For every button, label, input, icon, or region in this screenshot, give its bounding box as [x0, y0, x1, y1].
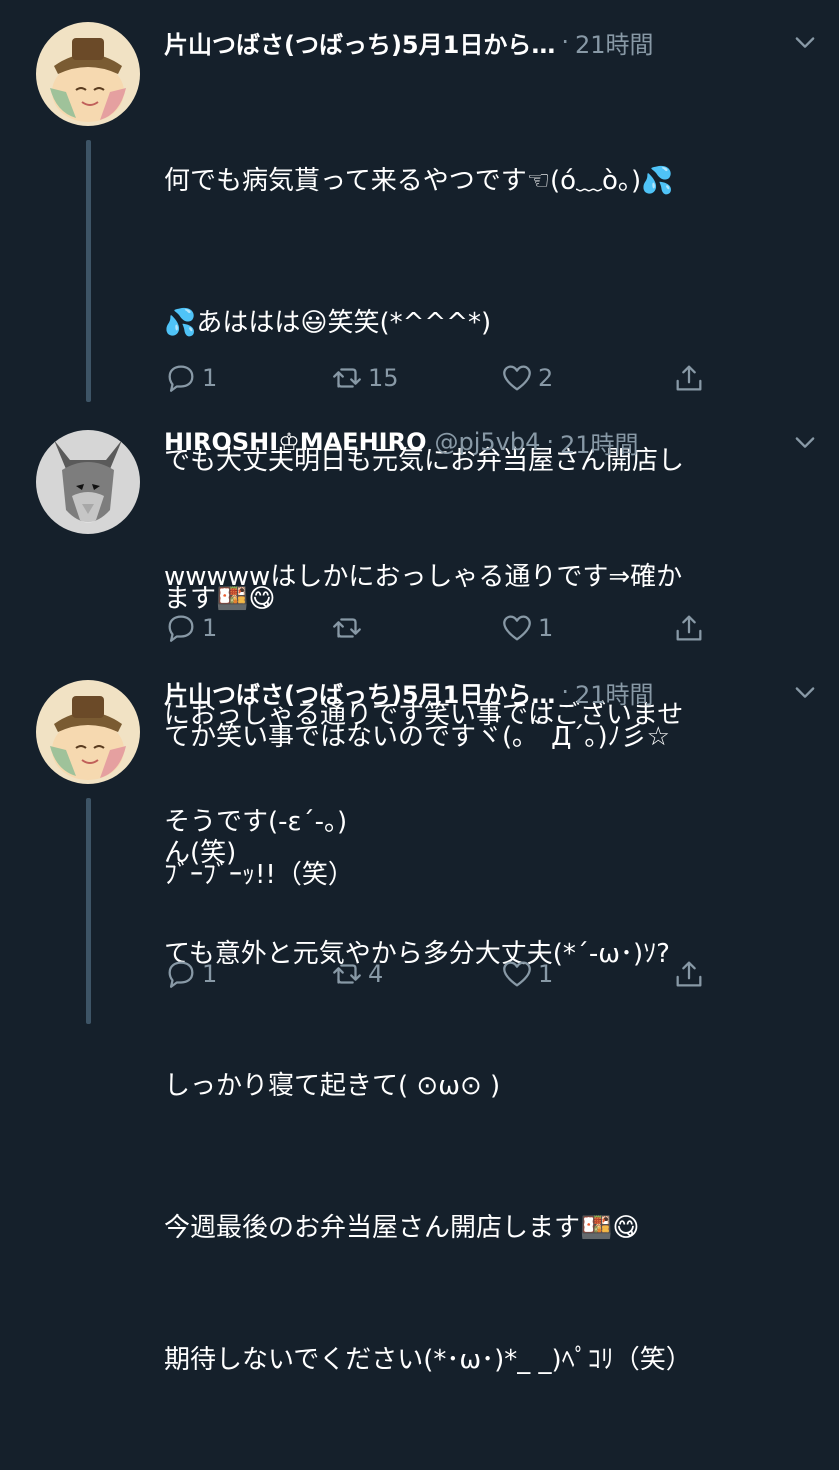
heart-icon [503, 615, 531, 641]
retweet-button[interactable] [330, 608, 368, 648]
reply-button[interactable]: 1 [164, 608, 217, 648]
tweet-text: そうです(-ε´-。) ても意外と元気やから多分大丈夫(*´-ω･)ｿ? しっか… [164, 712, 794, 1470]
tweet-actions: 1 4 1 [164, 954, 724, 994]
tweet-header: 片山つばさ(つばっち)5月1日から… · 21時間 [164, 672, 814, 712]
like-count: 2 [538, 364, 554, 392]
reply-count: 1 [202, 364, 218, 392]
like-count: 1 [538, 960, 554, 988]
share-button[interactable] [672, 954, 706, 994]
share-button[interactable] [672, 608, 706, 648]
like-button[interactable]: 2 [500, 358, 553, 398]
user-handle[interactable]: @pj5vb4 [434, 428, 540, 456]
separator-dot: · [561, 678, 569, 706]
reply-icon [168, 615, 194, 642]
tweet-header: HIROSHI♔MAEHIRO @pj5vb4 · 21時間 [164, 422, 814, 462]
reply-count: 1 [202, 614, 218, 642]
avatar[interactable] [36, 22, 140, 126]
tweet-actions: 1 15 2 [164, 358, 724, 398]
tweet-line: wwwwwはしかにおっしゃる通りです⇒確か [164, 562, 683, 592]
like-count: 1 [538, 614, 554, 642]
avatar[interactable] [36, 430, 140, 534]
chevron-down-icon[interactable] [791, 678, 819, 706]
retweet-button[interactable]: 4 [330, 954, 383, 994]
retweet-icon [333, 618, 361, 638]
avatar[interactable] [36, 680, 140, 784]
reply-count: 1 [202, 960, 218, 988]
share-icon [676, 961, 702, 987]
like-button[interactable]: 1 [500, 608, 553, 648]
tweet-line: 今週最後のお弁当屋さん開店します🍱😋 [164, 1213, 640, 1243]
tweet-line: 何でも病気貰って来るやつです☜(ó﹏ò｡)💦 [164, 166, 674, 196]
chevron-down-icon[interactable] [791, 428, 819, 456]
retweet-count: 15 [368, 364, 399, 392]
tweet-line: そうです(-ε´-。) [164, 807, 348, 837]
retweet-icon [333, 964, 361, 984]
display-name[interactable]: 片山つばさ(つばっち)5月1日から… [164, 675, 555, 710]
tweet-line: しっかり寝て起きて( ⊙ω⊙ ) [164, 1071, 501, 1101]
display-name[interactable]: 片山つばさ(つばっち)5月1日から… [164, 25, 555, 60]
display-name[interactable]: HIROSHI♔MAEHIRO [164, 428, 426, 456]
retweet-button[interactable]: 15 [330, 358, 399, 398]
share-icon [676, 365, 702, 391]
separator-dot: · [561, 28, 569, 56]
separator-dot: · [546, 428, 554, 456]
share-icon [676, 615, 702, 641]
tweet-1[interactable]: 片山つばさ(つばっち)5月1日から… · 21時間 何でも病気貰って来るやつです… [0, 22, 839, 890]
thread-line [86, 140, 91, 402]
timestamp[interactable]: 21時間 [575, 675, 654, 710]
tweet-2[interactable]: HIROSHI♔MAEHIRO @pj5vb4 · 21時間 wwwwwはしかに… [0, 422, 839, 868]
retweet-count: 4 [368, 960, 384, 988]
tweet-line: 期待しないでください(*･ω･)*_ _)ﾍﾟｺﾘ（笑） [164, 1345, 692, 1375]
retweet-icon [333, 368, 361, 388]
reply-button[interactable]: 1 [164, 954, 217, 994]
tweet-header: 片山つばさ(つばっち)5月1日から… · 21時間 [164, 22, 814, 62]
thread-line [86, 798, 91, 1024]
share-button[interactable] [672, 358, 706, 398]
timestamp[interactable]: 21時間 [560, 425, 639, 460]
reply-icon [168, 365, 194, 392]
timestamp[interactable]: 21時間 [575, 25, 654, 60]
tweet-line: 💦あははは😃笑笑(*^^^*) [164, 308, 492, 338]
heart-icon [503, 961, 531, 987]
chevron-down-icon[interactable] [791, 28, 819, 56]
tweet-3[interactable]: 片山つばさ(つばっち)5月1日から… · 21時間 そうです(-ε´-。) ても… [0, 672, 839, 1375]
tweet-actions: 1 1 [164, 608, 724, 648]
like-button[interactable]: 1 [500, 954, 553, 994]
heart-icon [503, 365, 531, 391]
reply-button[interactable]: 1 [164, 358, 217, 398]
reply-icon [168, 961, 194, 988]
